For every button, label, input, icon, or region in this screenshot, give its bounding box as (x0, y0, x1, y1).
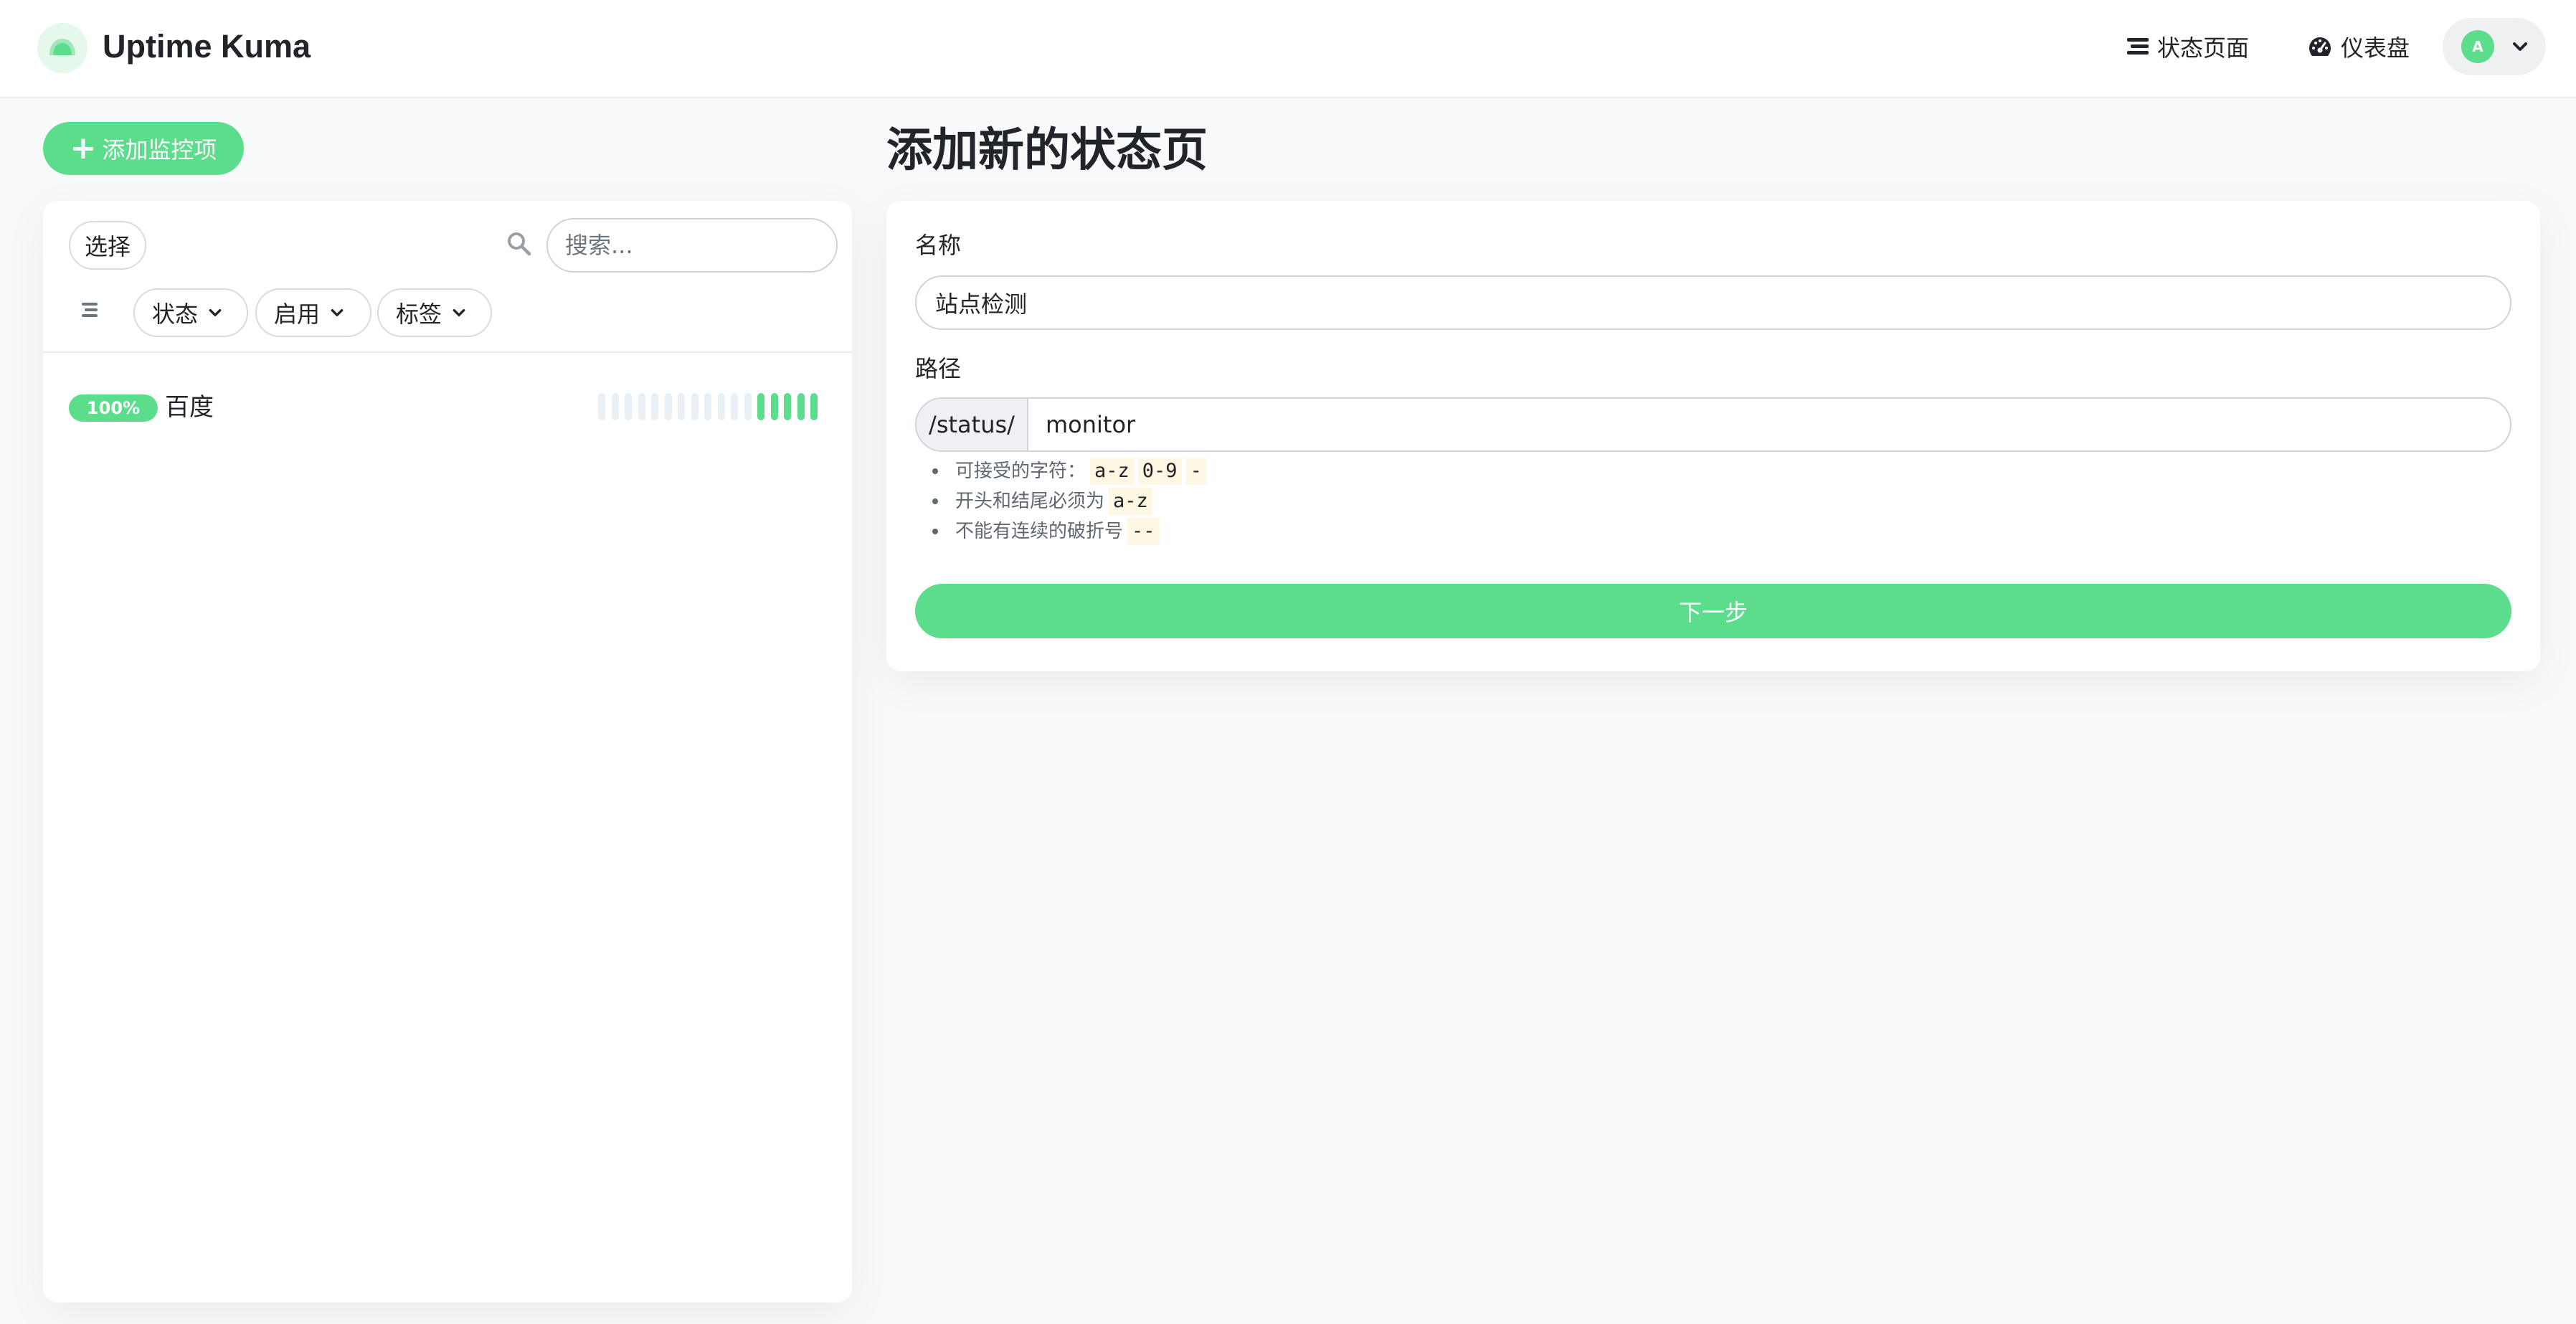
nav-dashboard-label: 仪表盘 (2341, 34, 2410, 62)
status-filter-dropdown[interactable]: 状态 (133, 288, 248, 337)
rule-code: -- (1127, 518, 1160, 545)
path-slug-input[interactable] (1028, 399, 2510, 450)
filter-list-icon[interactable] (82, 301, 100, 318)
uptime-kuma-logo-icon[interactable] (37, 23, 87, 73)
add-status-page-form: 名称 路径 /status/ 可接受的字符： a-z 0-9 - 开头和结尾必须… (886, 201, 2540, 671)
nav-dashboard-link[interactable]: 仪表盘 (2308, 29, 2410, 65)
heartbeat-empty (717, 393, 725, 420)
chevron-down-icon (209, 309, 222, 316)
tags-filter-label: 标签 (396, 301, 442, 328)
name-input[interactable] (915, 275, 2511, 330)
heartbeat-bar (598, 393, 824, 420)
heartbeat-up (784, 393, 791, 420)
heartbeat-up (770, 393, 778, 420)
heartbeat-empty (638, 393, 645, 420)
nav-status-pages-link[interactable]: 状态页面 (2127, 29, 2249, 65)
rule-text: 开头和结尾必须为 (955, 491, 1105, 512)
heartbeat-empty (744, 393, 752, 420)
monitor-list-panel: 选择 状态 启用 标签 100% 百度 (43, 201, 852, 1302)
heartbeat-up (757, 393, 764, 420)
heartbeat-empty (598, 393, 605, 420)
path-rule: 开头和结尾必须为 a-z (932, 486, 1206, 516)
chevron-down-icon (2513, 42, 2527, 51)
heartbeat-empty (704, 393, 711, 420)
heartbeat-up (797, 393, 805, 420)
active-filter-dropdown[interactable]: 启用 (255, 288, 371, 337)
profile-dropdown[interactable]: A (2443, 18, 2546, 75)
path-rule: 可接受的字符： a-z 0-9 - (932, 456, 1206, 486)
search-icon (508, 232, 531, 256)
speedometer-icon (2309, 37, 2331, 56)
path-rules-list: 可接受的字符： a-z 0-9 - 开头和结尾必须为 a-z 不能有连续的破折号… (932, 456, 1206, 547)
avatar: A (2461, 30, 2494, 63)
search-input[interactable] (546, 218, 838, 273)
rule-code: a-z (1090, 458, 1134, 485)
add-monitor-button[interactable]: + 添加监控项 (43, 122, 244, 175)
next-button[interactable]: 下一步 (915, 584, 2511, 638)
top-navbar: Uptime Kuma 状态页面 仪表盘 A (0, 0, 2576, 98)
heartbeat-empty (691, 393, 699, 420)
divider (43, 351, 852, 353)
chevron-down-icon (453, 309, 465, 316)
monitor-list-item[interactable]: 100% 百度 (43, 377, 852, 429)
list-icon (2127, 38, 2149, 55)
heartbeat-empty (731, 393, 738, 420)
add-monitor-label: 添加监控项 (102, 136, 217, 164)
plus-icon: + (70, 130, 97, 166)
heartbeat-empty (678, 393, 685, 420)
uptime-badge: 100% (69, 394, 158, 422)
rule-code: a-z (1109, 488, 1152, 515)
rule-code: - (1185, 458, 1206, 485)
path-input-group: /status/ (915, 397, 2511, 452)
heartbeat-empty (611, 393, 619, 420)
brand-name[interactable]: Uptime Kuma (103, 26, 311, 67)
path-prefix: /status/ (917, 399, 1028, 450)
heartbeat-empty (664, 393, 672, 420)
monitor-name: 百度 (165, 393, 214, 422)
rule-code: 0-9 (1137, 458, 1182, 485)
name-label: 名称 (915, 232, 962, 259)
active-filter-label: 启用 (274, 301, 321, 328)
status-filter-label: 状态 (152, 301, 199, 328)
heartbeat-empty (651, 393, 658, 420)
path-rule: 不能有连续的破折号 -- (932, 516, 1206, 547)
heartbeat-up (810, 393, 818, 420)
select-button[interactable]: 选择 (69, 221, 146, 270)
page-title: 添加新的状态页 (886, 124, 1208, 177)
rule-text: 可接受的字符： (955, 460, 1086, 482)
heartbeat-empty (625, 393, 632, 420)
tags-filter-dropdown[interactable]: 标签 (377, 288, 492, 337)
nav-status-pages-label: 状态页面 (2157, 34, 2250, 62)
path-label: 路径 (915, 355, 962, 382)
rule-text: 不能有连续的破折号 (955, 521, 1124, 542)
chevron-down-icon (331, 309, 344, 316)
